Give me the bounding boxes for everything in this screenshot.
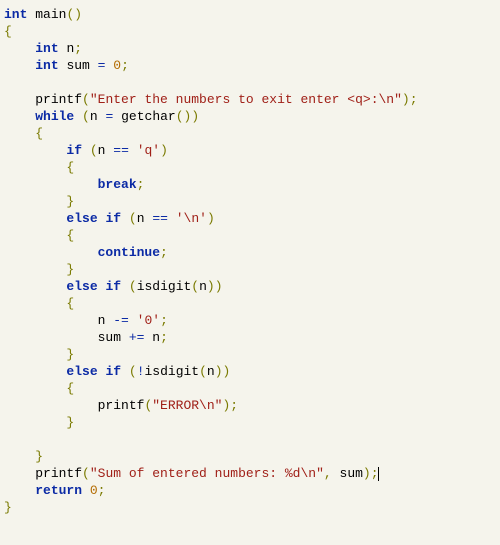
semicolon: ;	[98, 483, 106, 498]
paren-open: (	[90, 143, 98, 158]
semicolon: ;	[230, 398, 238, 413]
semicolon: ;	[160, 245, 168, 260]
op-assign: =	[105, 109, 113, 124]
string-prompt: "Enter the numbers to exit enter <q>:\n"	[90, 92, 402, 107]
paren-open: (	[82, 109, 90, 124]
brace-open: {	[66, 296, 74, 311]
paren-close: )	[207, 279, 215, 294]
keyword-int: int	[35, 58, 58, 73]
paren-close: )	[363, 466, 371, 481]
identifier-printf: printf	[35, 92, 82, 107]
keyword-break: break	[98, 177, 137, 192]
paren-open: (	[82, 92, 90, 107]
op-bang: !	[137, 364, 145, 379]
text-caret-icon	[378, 467, 379, 481]
paren-open: (	[191, 279, 199, 294]
semicolon: ;	[160, 330, 168, 345]
char-q: 'q'	[137, 143, 160, 158]
comma: ,	[324, 466, 332, 481]
semicolon: ;	[74, 41, 82, 56]
identifier-n: n	[137, 211, 145, 226]
keyword-int: int	[4, 7, 27, 22]
paren-open: (	[82, 466, 90, 481]
identifier-main: main	[35, 7, 66, 22]
paren-open: (	[176, 109, 184, 124]
paren-open: (	[129, 211, 137, 226]
paren-open: (	[199, 364, 207, 379]
keyword-if: if	[105, 279, 121, 294]
semicolon: ;	[160, 313, 168, 328]
keyword-else: else	[66, 211, 97, 226]
semicolon: ;	[121, 58, 129, 73]
paren-close: )	[223, 364, 231, 379]
identifier-n: n	[98, 313, 106, 328]
identifier-printf: printf	[35, 466, 82, 481]
op-minuseq: -=	[113, 313, 129, 328]
identifier-sum: sum	[340, 466, 363, 481]
keyword-else: else	[66, 279, 97, 294]
identifier-getchar: getchar	[121, 109, 176, 124]
identifier-sum: sum	[66, 58, 89, 73]
brace-close: }	[66, 194, 74, 209]
keyword-continue: continue	[98, 245, 160, 260]
number-zero: 0	[113, 58, 121, 73]
op-eq: ==	[113, 143, 129, 158]
identifier-n: n	[152, 330, 160, 345]
brace-close: }	[35, 449, 43, 464]
keyword-else: else	[66, 364, 97, 379]
paren-open: (	[129, 364, 137, 379]
op-assign: =	[98, 58, 106, 73]
op-pluseq: +=	[129, 330, 145, 345]
string-sumfmt: "Sum of entered numbers: %d\n"	[90, 466, 324, 481]
paren-open: (	[129, 279, 137, 294]
identifier-printf: printf	[98, 398, 145, 413]
identifier-isdigit: isdigit	[145, 364, 200, 379]
paren-close: )	[215, 364, 223, 379]
identifier-n: n	[90, 109, 98, 124]
paren-close: )	[402, 92, 410, 107]
brace-open: {	[35, 126, 43, 141]
char-zero: '0'	[137, 313, 160, 328]
char-newline: '\n'	[176, 211, 207, 226]
brace-open: {	[66, 160, 74, 175]
op-eq: ==	[152, 211, 168, 226]
number-zero: 0	[90, 483, 98, 498]
paren-close: )	[191, 109, 199, 124]
string-error: "ERROR\n"	[152, 398, 222, 413]
keyword-if: if	[66, 143, 82, 158]
identifier-sum: sum	[98, 330, 121, 345]
brace-open: {	[66, 228, 74, 243]
semicolon: ;	[410, 92, 418, 107]
identifier-isdigit: isdigit	[137, 279, 192, 294]
keyword-int: int	[35, 41, 58, 56]
brace-close: }	[4, 500, 12, 515]
brace-close: }	[66, 262, 74, 277]
identifier-n: n	[199, 279, 207, 294]
brace-close: }	[66, 415, 74, 430]
keyword-if: if	[105, 211, 121, 226]
keyword-if: if	[105, 364, 121, 379]
brace-open: {	[66, 381, 74, 396]
identifier-n: n	[207, 364, 215, 379]
keyword-while: while	[35, 109, 74, 124]
paren-close: )	[74, 7, 82, 22]
identifier-n: n	[98, 143, 106, 158]
brace-close: }	[66, 347, 74, 362]
code-block: int main() { int n; int sum = 0; printf(…	[0, 0, 500, 522]
keyword-return: return	[35, 483, 82, 498]
brace-open: {	[4, 24, 12, 39]
paren-close: )	[207, 211, 215, 226]
semicolon: ;	[137, 177, 145, 192]
paren-close: )	[215, 279, 223, 294]
paren-close: )	[160, 143, 168, 158]
